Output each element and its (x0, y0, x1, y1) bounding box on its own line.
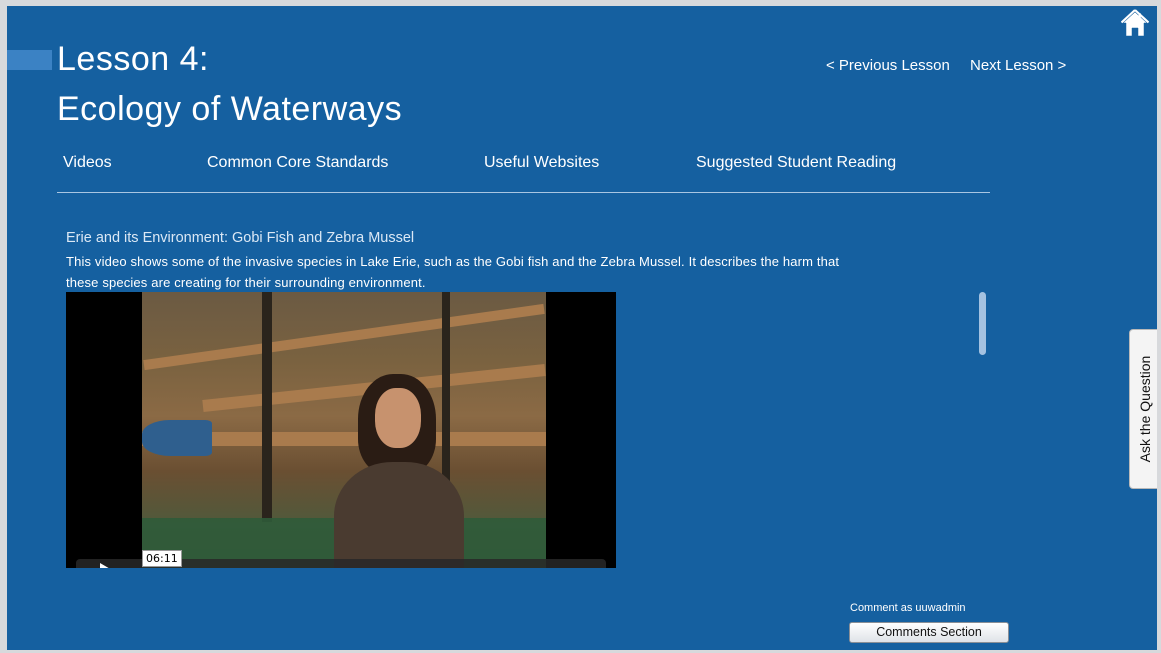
page-title-lesson: Lesson 4: (57, 40, 209, 78)
lesson-tabs: Videos Common Core Standards Useful Webs… (57, 151, 990, 193)
video-title[interactable]: Erie and its Environment: Gobi Fish and … (66, 230, 414, 246)
next-lesson-link[interactable]: Next Lesson > (970, 57, 1066, 74)
video-duration: 06:11 (142, 550, 182, 567)
tab-common-core-standards[interactable]: Common Core Standards (207, 154, 388, 172)
video-player[interactable]: 06:11 (66, 292, 616, 568)
page-title-topic: Ecology of Waterways (57, 90, 403, 128)
video-description: This video shows some of the invasive sp… (66, 254, 840, 290)
lesson-panel: Lesson 4: Ecology of Waterways < Previou… (7, 6, 1157, 650)
ask-the-question-label: Ask the Question (1137, 355, 1153, 463)
ask-the-question-tab[interactable]: Ask the Question (1129, 329, 1157, 489)
comment-as-label: Comment as uuwadmin (850, 602, 966, 614)
previous-lesson-link[interactable]: < Previous Lesson (826, 57, 950, 74)
content-scrollbar[interactable] (979, 292, 986, 355)
video-thumbnail (142, 292, 546, 568)
home-icon[interactable] (1121, 9, 1149, 39)
tab-suggested-student-reading[interactable]: Suggested Student Reading (696, 154, 896, 172)
play-icon[interactable] (100, 563, 112, 568)
comments-section-button[interactable]: Comments Section (849, 622, 1009, 643)
tab-useful-websites[interactable]: Useful Websites (484, 154, 599, 172)
accent-bar (7, 50, 52, 70)
tab-videos[interactable]: Videos (63, 154, 112, 172)
